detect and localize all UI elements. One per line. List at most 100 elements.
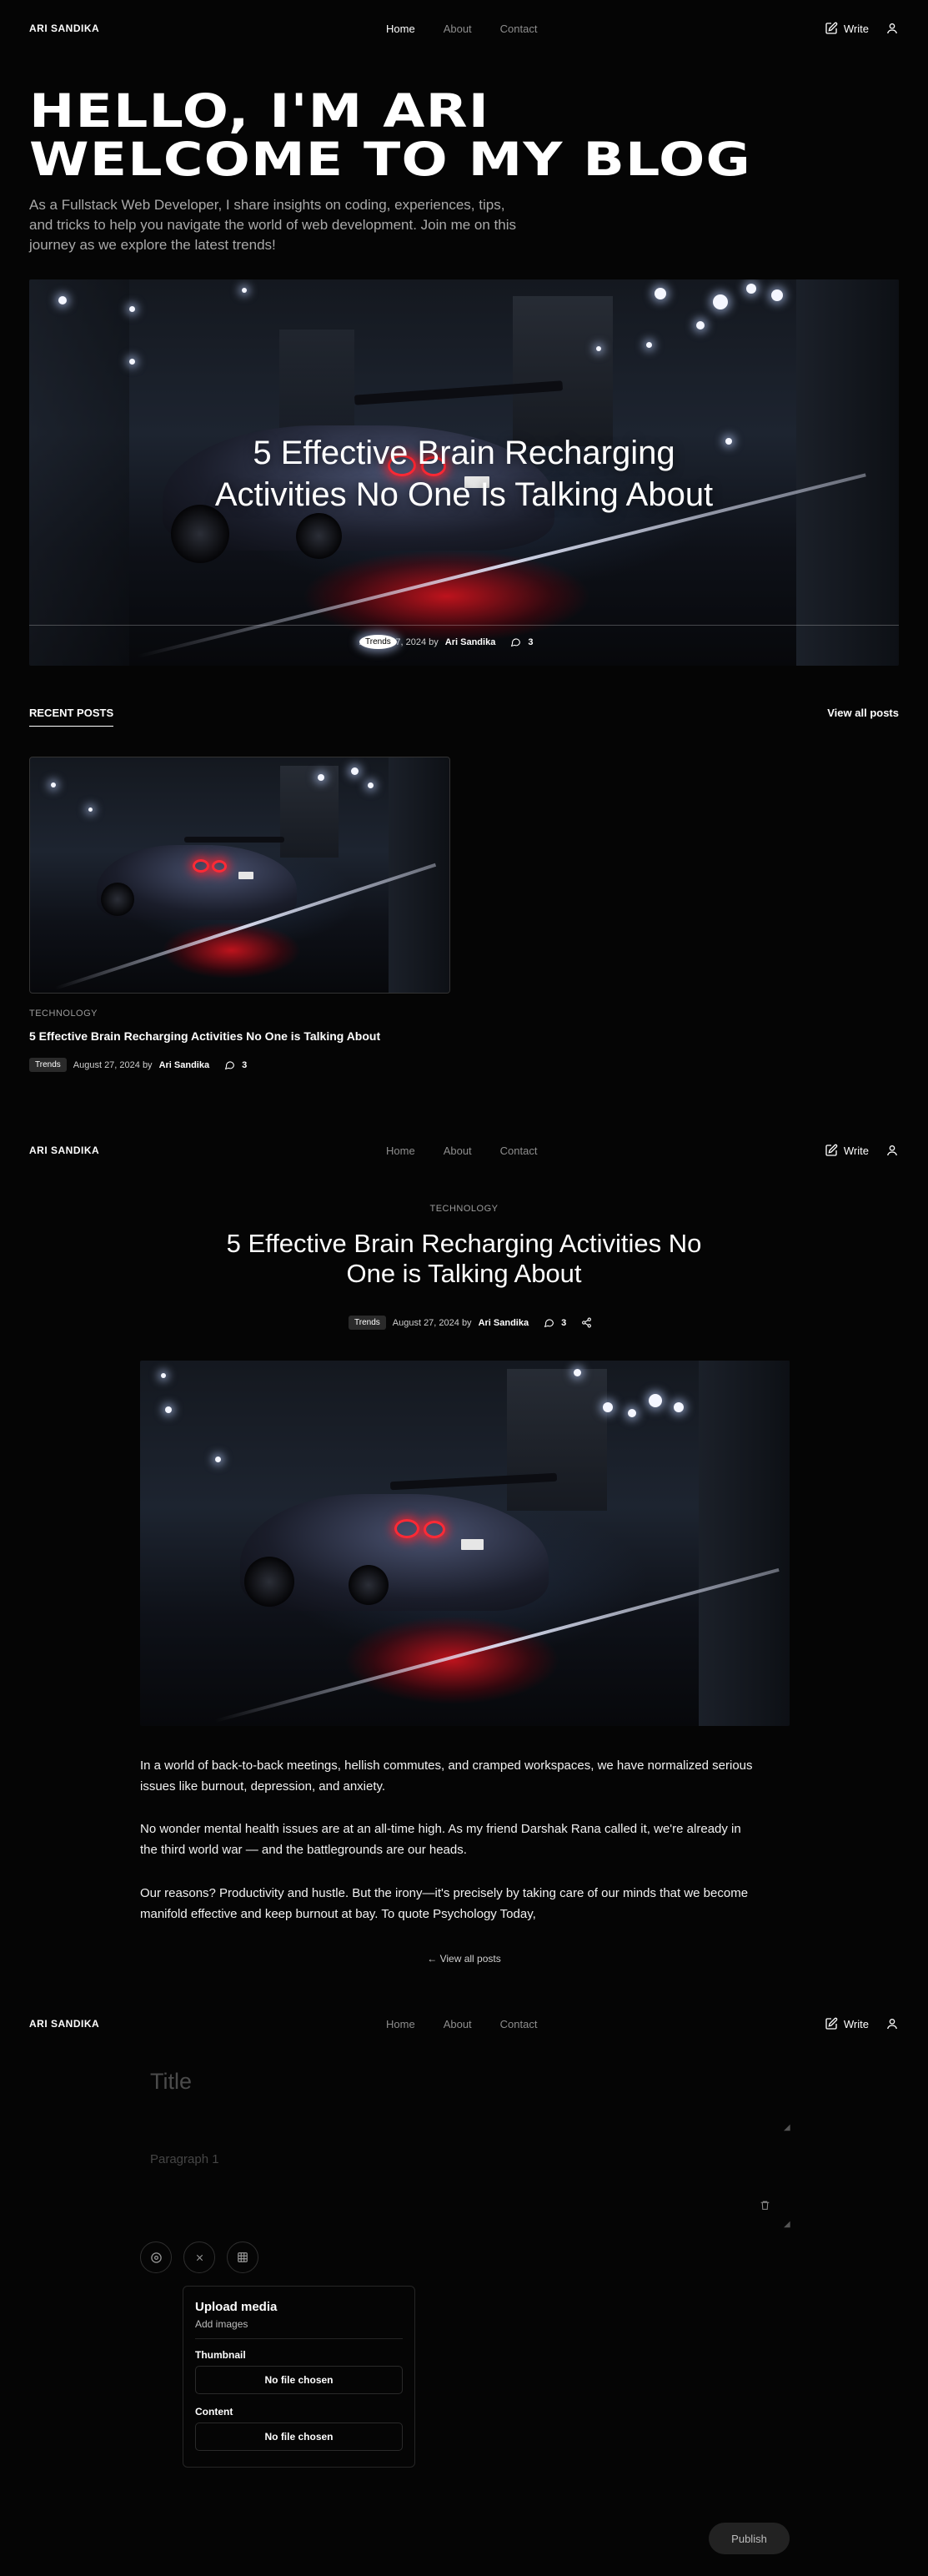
scene-building (507, 1369, 607, 1511)
close-toolbar-button[interactable] (183, 2241, 215, 2273)
page: ARI SANDIKA Home About Contact Write HEL… (0, 0, 928, 2576)
nav-home[interactable]: Home (386, 2018, 415, 2030)
scene-light (746, 284, 756, 294)
edit-icon (825, 2017, 838, 2030)
title-input[interactable]: Title (150, 2069, 192, 2095)
scene-wall-right (699, 1361, 790, 1726)
image-plus-icon (150, 2251, 163, 2264)
nav-contact[interactable]: Contact (500, 23, 538, 35)
upload-media-subtitle: Add images (195, 2318, 248, 2330)
post-meta: Trends August 27, 2024 by Ari Sandika 3 (349, 1316, 592, 1330)
featured-author[interactable]: Ari Sandika (445, 637, 496, 647)
resize-handle-icon[interactable]: ◢ (784, 2220, 790, 2229)
write-label: Write (843, 2017, 869, 2030)
nav-actions: Write (825, 2017, 899, 2030)
write-button[interactable]: Write (825, 2017, 869, 2030)
paragraph-input[interactable]: Paragraph 1 (150, 2152, 219, 2166)
nav-links: Home About Contact (386, 1145, 537, 1157)
comment-icon (510, 636, 521, 647)
user-icon[interactable] (885, 22, 899, 35)
post-hero-image (140, 1361, 790, 1726)
recent-post-tag[interactable]: Trends (29, 1058, 67, 1072)
nav-home[interactable]: Home (386, 1145, 415, 1157)
scene-light (161, 1373, 166, 1378)
post-title-line1: 5 Effective Brain Recharging Activities … (226, 1229, 702, 1258)
resize-handle-icon[interactable]: ◢ (784, 2123, 790, 2132)
scene-building (280, 766, 339, 858)
scene-light (58, 296, 67, 304)
upload-media-panel: Upload media Add images Thumbnail No fil… (183, 2286, 415, 2468)
featured-post-card[interactable]: 5 Effective Brain Recharging Activities … (29, 279, 899, 666)
nav-about[interactable]: About (444, 2018, 472, 2030)
recent-post-comment-count: 3 (242, 1059, 248, 1070)
scene-light (655, 288, 666, 299)
post-tag[interactable]: Trends (349, 1316, 386, 1330)
scene-light (596, 346, 601, 351)
brand-logo[interactable]: ARI SANDIKA (29, 23, 279, 34)
recent-posts-header: RECENT POSTS View all posts (29, 707, 899, 727)
publish-button[interactable]: Publish (709, 2523, 790, 2554)
recent-post-author[interactable]: Ari Sandika (159, 1060, 210, 1070)
scene-wheel (244, 1557, 294, 1607)
nav-contact[interactable]: Contact (500, 1145, 538, 1157)
top-nav: ARI SANDIKA Home About Contact Write (0, 2, 928, 55)
post-paragraph-2: No wonder mental health issues are at an… (140, 1822, 741, 1857)
scene-light (242, 288, 247, 293)
user-icon[interactable] (885, 2017, 899, 2030)
edit-icon (825, 1144, 838, 1157)
hero-subtitle: As a Fullstack Web Developer, I share in… (29, 197, 517, 253)
nav-actions: Write (825, 1144, 899, 1157)
scene-taillight (193, 859, 209, 873)
brand-logo[interactable]: ARI SANDIKA (29, 2018, 279, 2030)
scene-light (574, 1369, 581, 1376)
panel-divider (195, 2338, 403, 2339)
recent-post-title[interactable]: 5 Effective Brain Recharging Activities … (29, 1029, 380, 1043)
featured-tag[interactable]: Trends (359, 635, 397, 649)
trash-icon[interactable] (760, 2200, 770, 2211)
share-icon[interactable] (581, 1317, 592, 1328)
nav-links: Home About Contact (386, 2018, 537, 2030)
content-label: Content (195, 2406, 233, 2418)
post-paragraph-3: Our reasons? Productivity and hustle. Bu… (140, 1886, 749, 1921)
thumbnail-file-input[interactable]: No file chosen (195, 2366, 403, 2394)
featured-divider (29, 625, 899, 626)
upload-media-heading: Upload media (195, 2300, 278, 2314)
scene-light (165, 1406, 172, 1413)
insert-table-button[interactable] (227, 2241, 258, 2273)
scene-light (88, 808, 93, 812)
nav-about[interactable]: About (444, 1145, 472, 1157)
content-file-input[interactable]: No file chosen (195, 2423, 403, 2451)
scene-light (646, 342, 652, 348)
featured-title-line2: Activities No One Is Talking About (214, 476, 714, 513)
view-all-posts-link[interactable]: View all posts (827, 707, 899, 727)
nav-about[interactable]: About (444, 23, 472, 35)
featured-title[interactable]: 5 Effective Brain Recharging Activities … (29, 432, 899, 516)
write-button[interactable]: Write (825, 22, 869, 35)
post-title: 5 Effective Brain Recharging Activities … (0, 1229, 928, 1289)
nav-home[interactable]: Home (386, 23, 415, 35)
scene-wheel (349, 1565, 389, 1605)
scene-light (351, 767, 359, 775)
scene-wheel (296, 513, 342, 559)
scene-light (628, 1409, 636, 1417)
scene-light (674, 1402, 684, 1412)
brand-logo[interactable]: ARI SANDIKA (29, 1145, 279, 1156)
post-author[interactable]: Ari Sandika (479, 1318, 529, 1328)
scene-light (129, 359, 135, 365)
recent-post-date: August 27, 2024 by (73, 1059, 153, 1070)
user-icon[interactable] (885, 1144, 899, 1157)
nav-links: Home About Contact (386, 23, 537, 35)
scene-taillight (424, 1521, 445, 1538)
scene-car-wing (184, 837, 284, 843)
comment-icon (224, 1059, 235, 1070)
hero-title-line2: WELCOME TO MY BLOG (29, 133, 751, 186)
scene-light (603, 1402, 613, 1412)
scene-plate (238, 872, 253, 879)
add-media-button[interactable] (140, 2241, 172, 2273)
scene-taillight (394, 1519, 419, 1538)
nav-actions: Write (825, 22, 899, 35)
write-button[interactable]: Write (825, 1144, 869, 1157)
back-to-posts-link[interactable]: ← View all posts (0, 1953, 928, 1965)
nav-contact[interactable]: Contact (500, 2018, 538, 2030)
recent-post-thumbnail[interactable] (29, 757, 450, 994)
